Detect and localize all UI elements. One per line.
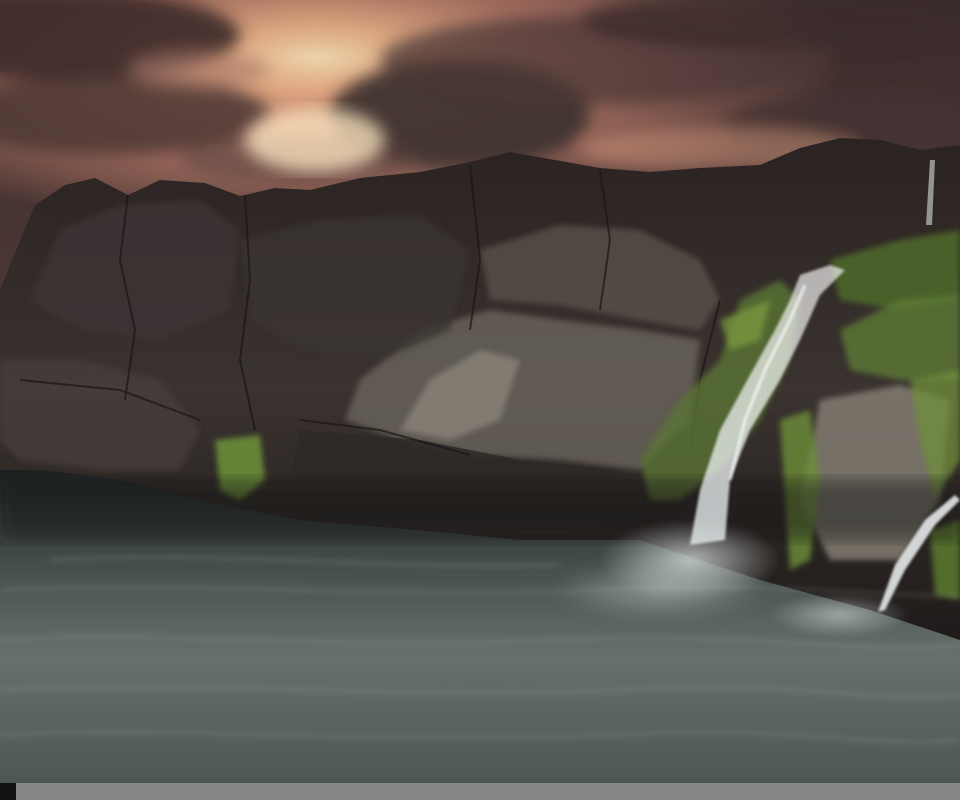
landscape-photo <box>0 0 960 800</box>
bottom-bar <box>16 783 960 800</box>
bottom-left-edge <box>0 783 16 800</box>
photo-canvas <box>0 0 960 783</box>
